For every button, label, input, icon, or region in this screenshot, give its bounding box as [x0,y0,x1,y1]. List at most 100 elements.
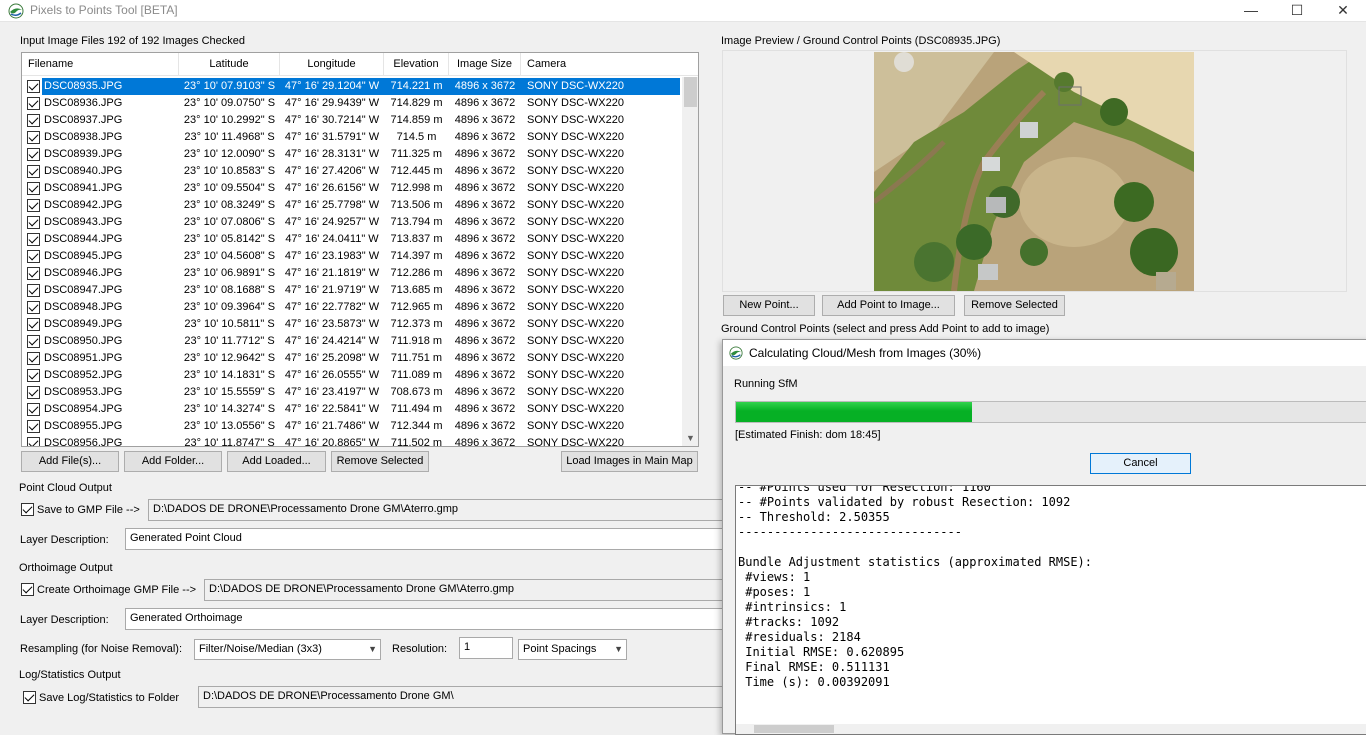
row-checkbox[interactable] [27,233,40,246]
row-checkbox[interactable] [27,165,40,178]
checkbox-checked-icon[interactable] [21,583,34,596]
cell-camera: SONY DSC-WX220 [527,335,624,347]
scrollbar-thumb[interactable] [754,725,834,733]
column-header-camera[interactable]: Camera [521,53,698,76]
row-checkbox[interactable] [27,216,40,229]
cell-latitude: 23° 10' 14.1831" S [183,369,276,381]
new-point-button[interactable]: New Point... [723,295,815,316]
table-row[interactable]: DSC08939.JPG 23° 10' 12.0090" S 47° 16' 28… [22,146,682,163]
cell-filename: DSC08953.JPG [44,386,123,398]
row-checkbox[interactable] [27,403,40,416]
row-checkbox[interactable] [27,148,40,161]
table-row[interactable]: DSC08937.JPG 23° 10' 10.2992" S 47° 16' 30… [22,112,682,129]
row-checkbox[interactable] [27,97,40,110]
column-header-elevation[interactable]: Elevation [384,53,449,76]
row-checkbox[interactable] [27,182,40,195]
table-row[interactable]: DSC08950.JPG 23° 10' 11.7712" S 47° 16' 24… [22,333,682,350]
table-row[interactable]: DSC08953.JPG 23° 10' 15.5559" S 47° 16' 23… [22,384,682,401]
table-row[interactable]: DSC08944.JPG 23° 10' 05.8142" S 47° 16' 24… [22,231,682,248]
maximize-button[interactable]: ☐ [1274,0,1320,22]
table-vertical-scrollbar[interactable]: ▼ [682,77,698,446]
progress-dialog[interactable]: Calculating Cloud/Mesh from Images (30%)… [722,339,1366,735]
chevron-down-icon[interactable]: ▼ [614,640,623,659]
minimize-button[interactable]: — [1228,0,1274,22]
cell-longitude: 47° 16' 23.5873" W [284,318,380,330]
table-row[interactable]: DSC08947.JPG 23° 10' 08.1688" S 47° 16' 21… [22,282,682,299]
row-checkbox[interactable] [27,318,40,331]
checkbox-checked-icon[interactable] [23,691,36,704]
table-row[interactable]: DSC08948.JPG 23° 10' 09.3964" S 47° 16' 22… [22,299,682,316]
scrollbar-thumb[interactable] [684,77,697,107]
remove-selected-gcp-button[interactable]: Remove Selected [964,295,1065,316]
table-row[interactable]: DSC08938.JPG 23° 10' 11.4968" S 47° 16' 31… [22,129,682,146]
cell-elevation: 713.794 m [390,216,443,228]
resampling-select[interactable]: Filter/Noise/Median (3x3) ▼ [194,639,381,660]
row-checkbox[interactable] [27,352,40,365]
remove-selected-files-button[interactable]: Remove Selected [331,451,429,472]
create-orthoimage-checkbox[interactable]: Create Orthoimage GMP File --> [21,583,196,596]
checkbox-checked-icon[interactable] [21,503,34,516]
row-checkbox[interactable] [27,114,40,127]
table-row[interactable]: DSC08945.JPG 23° 10' 04.5608" S 47° 16' 23… [22,248,682,265]
table-row[interactable]: DSC08942.JPG 23° 10' 08.3249" S 47° 16' 25… [22,197,682,214]
row-checkbox[interactable] [27,131,40,144]
row-checkbox[interactable] [27,199,40,212]
row-checkbox[interactable] [27,250,40,263]
cell-elevation: 712.998 m [390,182,443,194]
add-files-button[interactable]: Add File(s)... [21,451,119,472]
cell-image-size: 4896 x 3672 [454,114,516,126]
table-row[interactable]: DSC08949.JPG 23° 10' 10.5811" S 47° 16' 23… [22,316,682,333]
column-header-latitude[interactable]: Latitude [179,53,280,76]
scroll-down-arrow-icon[interactable]: ▼ [686,433,695,443]
column-header-filename[interactable]: Filename [22,53,179,76]
row-checkbox[interactable] [27,437,40,446]
resolution-input[interactable]: 1 [459,637,513,659]
chevron-down-icon[interactable]: ▼ [368,640,377,659]
point-cloud-layer-input[interactable]: Generated Point Cloud [125,528,728,550]
resolution-unit-select[interactable]: Point Spacings ▼ [518,639,627,660]
cell-latitude: 23° 10' 12.9642" S [183,352,276,364]
row-checkbox[interactable] [27,369,40,382]
add-point-to-image-button[interactable]: Add Point to Image... [822,295,955,316]
row-checkbox[interactable] [27,301,40,314]
cell-elevation: 711.502 m [390,437,443,447]
row-checkbox[interactable] [27,420,40,433]
cell-image-size: 4896 x 3672 [454,301,516,313]
table-row[interactable]: DSC08943.JPG 23° 10' 07.0806" S 47° 16' 24… [22,214,682,231]
table-row[interactable]: DSC08951.JPG 23° 10' 12.9642" S 47° 16' 25… [22,350,682,367]
row-checkbox[interactable] [27,267,40,280]
table-row[interactable]: DSC08952.JPG 23° 10' 14.1831" S 47° 16' 26… [22,367,682,384]
save-to-gmp-checkbox[interactable]: Save to GMP File --> [21,503,140,516]
table-row[interactable]: DSC08956.JPG 23° 10' 11.8747" S 47° 16' 20… [22,435,682,447]
row-checkbox[interactable] [27,80,40,93]
cancel-button[interactable]: Cancel [1090,453,1191,474]
row-checkbox[interactable] [27,335,40,348]
table-row[interactable]: DSC08946.JPG 23° 10' 06.9891" S 47° 16' 21… [22,265,682,282]
table-row[interactable]: DSC08954.JPG 23° 10' 14.3274" S 47° 16' 22… [22,401,682,418]
add-folder-button[interactable]: Add Folder... [124,451,222,472]
orthoimage-layer-input[interactable]: Generated Orthoimage [125,608,728,630]
orthoimage-gmp-path-field[interactable]: D:\DADOS DE DRONE\Processamento Drone GM… [204,579,728,601]
cell-longitude: 47° 16' 23.4197" W [284,386,380,398]
column-header-longitude[interactable]: Longitude [280,53,384,76]
log-horizontal-scrollbar[interactable] [736,724,1366,734]
table-row[interactable]: DSC08935.JPG 23° 10' 07.9103" S 47° 16' 29… [22,78,682,95]
table-row[interactable]: DSC08936.JPG 23° 10' 09.0750" S 47° 16' 29… [22,95,682,112]
image-file-table[interactable]: Filename Latitude Longitude Elevation Im… [21,52,699,447]
close-button[interactable]: ✕ [1320,0,1366,22]
row-checkbox[interactable] [27,386,40,399]
point-cloud-gmp-path-field[interactable]: D:\DADOS DE DRONE\Processamento Drone GM… [148,499,728,521]
add-loaded-button[interactable]: Add Loaded... [227,451,326,472]
table-row[interactable]: DSC08955.JPG 23° 10' 13.0556" S 47° 16' 21… [22,418,682,435]
row-checkbox[interactable] [27,284,40,297]
log-output-area[interactable]: -- #Points used for Resection: 1160 -- #… [735,485,1366,735]
log-folder-path-field[interactable]: D:\DADOS DE DRONE\Processamento Drone GM… [198,686,728,708]
cell-filename: DSC08945.JPG [44,250,123,262]
table-row[interactable]: DSC08940.JPG 23° 10' 10.8583" S 47° 16' 27… [22,163,682,180]
aerial-image-preview[interactable] [874,52,1194,291]
column-header-image-size[interactable]: Image Size [449,53,521,76]
cell-camera: SONY DSC-WX220 [527,148,624,160]
save-log-checkbox[interactable]: Save Log/Statistics to Folder [23,691,179,704]
table-row[interactable]: DSC08941.JPG 23° 10' 09.5504" S 47° 16' 26… [22,180,682,197]
load-images-in-main-map-button[interactable]: Load Images in Main Map [561,451,698,472]
